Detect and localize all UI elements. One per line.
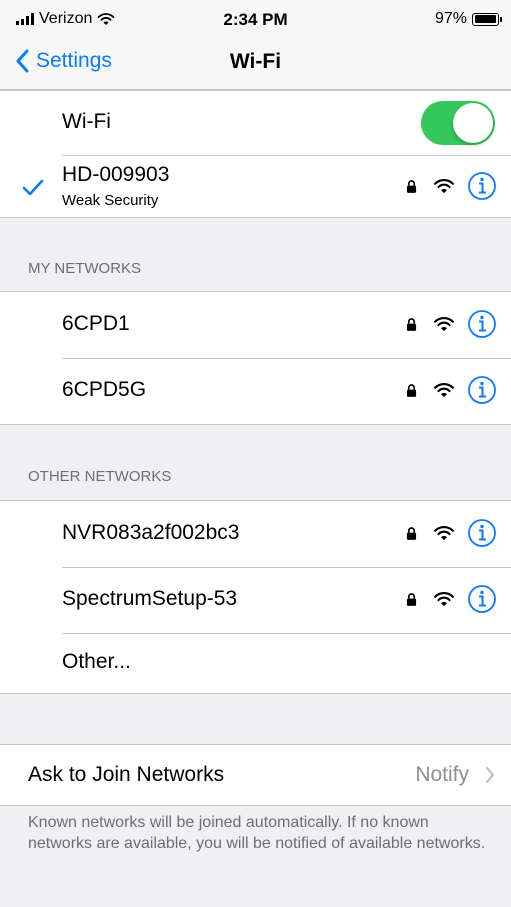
network-name: NVR083a2f002bc3 xyxy=(62,521,240,544)
wifi-icon xyxy=(433,591,455,607)
wifi-toggle[interactable] xyxy=(421,101,495,145)
navigation-bar: Settings Wi-Fi xyxy=(0,36,511,90)
chevron-right-icon xyxy=(485,766,495,784)
network-name: 6CPD5G xyxy=(62,378,147,401)
wifi-icon xyxy=(433,316,455,332)
connected-network-subtitle: Weak Security xyxy=(62,192,159,209)
ask-to-join-group: Ask to Join Networks Notify xyxy=(0,744,511,806)
ask-to-join-footer: Known networks will be joined automatica… xyxy=(28,814,486,852)
status-bar: Verizon 2:34 PM 97% xyxy=(0,0,511,36)
my-networks-list: 6CPD1 6CPD5G xyxy=(0,291,511,425)
checkmark-icon xyxy=(22,179,44,196)
other-network-label: Other... xyxy=(62,650,131,673)
my-networks-header: MY NETWORKS xyxy=(28,260,142,277)
ask-to-join-row[interactable]: Ask to Join Networks Notify xyxy=(0,745,511,805)
lock-icon xyxy=(406,592,417,607)
network-row[interactable]: 6CPD1 xyxy=(0,292,511,358)
wifi-icon xyxy=(433,525,455,541)
battery-percent: 97% xyxy=(434,10,467,27)
info-icon[interactable] xyxy=(467,518,497,548)
wifi-toggle-row: Wi-Fi xyxy=(0,91,511,155)
network-row[interactable]: SpectrumSetup-53 xyxy=(0,567,511,633)
other-networks-list: NVR083a2f002bc3 SpectrumSetup-53 Other..… xyxy=(0,500,511,694)
network-row[interactable]: NVR083a2f002bc3 xyxy=(0,501,511,567)
lock-icon xyxy=(406,179,417,194)
battery-icon xyxy=(472,12,502,26)
lock-icon xyxy=(406,526,417,541)
other-network-row[interactable]: Other... xyxy=(0,633,511,693)
connected-network-name: HD-009903 xyxy=(62,163,170,186)
wifi-toggle-label: Wi-Fi xyxy=(62,110,111,133)
info-icon[interactable] xyxy=(467,309,497,339)
wifi-group: Wi-Fi HD-009903 Weak Security xyxy=(0,90,511,218)
connected-network-row[interactable]: HD-009903 Weak Security xyxy=(0,155,511,217)
wifi-icon xyxy=(433,382,455,398)
other-networks-header: OTHER NETWORKS xyxy=(28,468,172,485)
network-name: SpectrumSetup-53 xyxy=(62,587,238,610)
page-title: Wi-Fi xyxy=(229,50,282,73)
ask-to-join-value: Notify xyxy=(415,763,469,786)
network-row[interactable]: 6CPD5G xyxy=(0,358,511,424)
info-icon[interactable] xyxy=(467,375,497,405)
network-name: 6CPD1 xyxy=(62,312,130,335)
wifi-icon xyxy=(433,178,455,194)
info-icon[interactable] xyxy=(467,584,497,614)
info-icon[interactable] xyxy=(467,171,497,201)
ask-to-join-label: Ask to Join Networks xyxy=(28,763,225,786)
lock-icon xyxy=(406,317,417,332)
lock-icon xyxy=(406,383,417,398)
